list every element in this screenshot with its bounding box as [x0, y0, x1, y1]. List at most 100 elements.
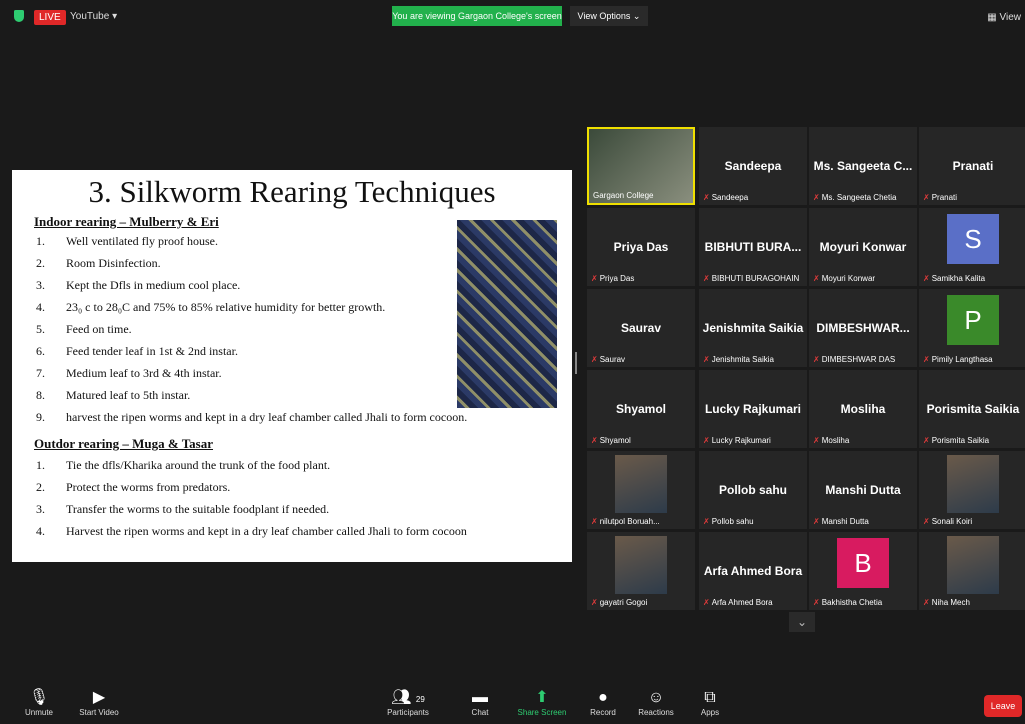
participant-tile[interactable]: Pranati ✗ Pranati	[919, 127, 1025, 205]
slide-list-item: 1. Tie the dfls/Kharika around the trunk …	[36, 458, 331, 472]
avatar: B	[837, 538, 889, 588]
mic-muted-icon: ✗	[703, 193, 710, 202]
apps-button[interactable]: ⧉ Apps	[698, 688, 722, 717]
participant-tile[interactable]: DIMBESHWAR... ✗ DIMBESHWAR DAS	[809, 289, 917, 367]
participant-video	[615, 455, 667, 513]
participant-label: Gargaon College	[593, 191, 654, 200]
participant-video	[947, 455, 999, 513]
participant-tile[interactable]: B ✗ Bakhistha Chetia	[809, 532, 917, 610]
reactions-label: Reactions	[638, 708, 674, 717]
participant-name: Saurav	[620, 321, 662, 335]
participant-label: ✗ Sonali Koiri	[923, 517, 973, 526]
share-screen-button[interactable]: ⬆ Share Screen	[516, 688, 568, 717]
outdoor-heading: Outdor rearing – Muga & Tasar	[34, 436, 214, 451]
mic-muted-icon: ✗	[923, 517, 930, 526]
slide-list-item: 2. Protect the worms from predators.	[36, 480, 231, 494]
start-video-button[interactable]: ▶︎ Start Video	[74, 688, 124, 717]
participants-button[interactable]: 👥︎ 29 Participants	[382, 688, 434, 717]
participant-tile[interactable]: Gargaon College	[587, 127, 695, 205]
participant-label: ✗ Sandeepa	[703, 193, 749, 202]
participant-tile[interactable]: ✗ Niha Mech	[919, 532, 1025, 610]
leave-button[interactable]: Leave	[984, 695, 1022, 717]
mic-muted-icon: 🎙︎	[28, 689, 50, 706]
mic-muted-icon: ✗	[923, 274, 930, 283]
participant-tile[interactable]: Arfa Ahmed Bora ✗ Arfa Ahmed Bora	[699, 532, 807, 610]
silkworm-photo	[457, 220, 557, 408]
record-label: Record	[590, 708, 616, 717]
participant-tile[interactable]: Shyamol ✗ Shyamol	[587, 370, 695, 448]
participant-tile[interactable]: Ms. Sangeeta C... ✗ Ms. Sangeeta Chetia	[809, 127, 917, 205]
participant-tile[interactable]: S ✗ Samikha Kalita	[919, 208, 1025, 286]
mic-muted-icon: ✗	[591, 598, 598, 607]
record-button[interactable]: ● Record	[588, 688, 618, 717]
unmute-button[interactable]: 🎙︎ Unmute	[20, 688, 58, 717]
participant-name: Pranati	[952, 159, 994, 173]
participant-video	[615, 536, 667, 594]
screen-share-banner: You are viewing Gargaon College's screen	[392, 6, 562, 26]
participant-label: ✗ Arfa Ahmed Bora	[703, 598, 773, 607]
participant-label: ✗ BIBHUTI BURAGOHAIN	[703, 274, 800, 283]
participant-label: ✗ Bakhistha Chetia	[813, 598, 883, 607]
mic-muted-icon: ✗	[703, 598, 710, 607]
participant-name: Mosliha	[840, 402, 886, 416]
chat-button[interactable]: ▬ Chat	[468, 688, 492, 717]
participant-video	[947, 536, 999, 594]
mic-muted-icon: ✗	[591, 274, 598, 283]
mic-muted-icon: ✗	[813, 274, 820, 283]
participant-label: ✗ Shyamol	[591, 436, 631, 445]
participant-tile[interactable]: P ✗ Pimily Langthasa	[919, 289, 1025, 367]
mic-muted-icon: ✗	[703, 355, 710, 364]
mic-muted-icon: ✗	[813, 436, 820, 445]
participant-label: ✗ Jenishmita Saikia	[703, 355, 774, 364]
participant-tile[interactable]: Pollob sahu ✗ Pollob sahu	[699, 451, 807, 529]
slide-list-item: 4. Harvest the ripen worms and kept in a …	[36, 524, 467, 538]
start-video-label: Start Video	[79, 708, 119, 717]
participant-label: ✗ Ms. Sangeeta Chetia	[813, 193, 897, 202]
mic-muted-icon: ✗	[813, 193, 820, 202]
participant-label: ✗ Pollob sahu	[703, 517, 754, 526]
participant-tile[interactable]: Jenishmita Saikia ✗ Jenishmita Saikia	[699, 289, 807, 367]
participant-tile[interactable]: ✗ nilutpol Boruah...	[587, 451, 695, 529]
participant-tile[interactable]: Priya Das ✗ Priya Das	[587, 208, 695, 286]
indoor-heading: Indoor rearing – Mulberry & Eri	[34, 214, 219, 229]
participant-tile[interactable]: Lucky Rajkumari ✗ Lucky Rajkumari	[699, 370, 807, 448]
apps-label: Apps	[700, 708, 720, 717]
people-icon: 👥︎ 29	[391, 689, 425, 706]
view-options-button[interactable]: View Options ⌄	[570, 6, 648, 26]
participant-label: ✗ Mosliha	[813, 436, 850, 445]
record-icon: ●	[598, 689, 608, 706]
slide-list-item: 6. Feed tender leaf in 1st & 2nd instar.	[36, 344, 238, 358]
mic-muted-icon: ✗	[703, 436, 710, 445]
participant-name: Sandeepa	[724, 159, 782, 173]
participant-label: ✗ DIMBESHWAR DAS	[813, 355, 896, 364]
slide-list-item: 8. Matured leaf to 5th instar.	[36, 388, 191, 402]
mic-muted-icon: ✗	[923, 598, 930, 607]
mic-muted-icon: ✗	[703, 274, 710, 283]
participant-tile[interactable]: ✗ Sonali Koiri	[919, 451, 1025, 529]
participant-label: ✗ Pimily Langthasa	[923, 355, 993, 364]
reactions-button[interactable]: ☺ Reactions	[636, 688, 676, 717]
stream-dropdown[interactable]: YouTube ▾	[70, 11, 117, 22]
mic-muted-icon: ✗	[813, 517, 820, 526]
participant-tile[interactable]: Porismita Saikia ✗ Porismita Saikia	[919, 370, 1025, 448]
participant-name: Jenishmita Saikia	[702, 321, 804, 335]
share-screen-label: Share Screen	[517, 708, 567, 717]
panel-divider-handle[interactable]	[575, 352, 577, 374]
participant-tile[interactable]: BIBHUTI BURA... ✗ BIBHUTI BURAGOHAIN	[699, 208, 807, 286]
participant-tile[interactable]: Manshi Dutta ✗ Manshi Dutta	[809, 451, 917, 529]
live-badge[interactable]: LIVE	[34, 10, 66, 25]
participant-tile[interactable]: Sandeepa ✗ Sandeepa	[699, 127, 807, 205]
participant-tile[interactable]: Moyuri Konwar ✗ Moyuri Konwar	[809, 208, 917, 286]
participant-name: Lucky Rajkumari	[704, 402, 802, 416]
view-button[interactable]: ▦ View	[987, 12, 1021, 23]
share-arrow-icon: ⬆	[535, 689, 549, 706]
participant-tile[interactable]: ✗ gayatri Gogoi	[587, 532, 695, 610]
participant-tile[interactable]: Saurav ✗ Saurav	[587, 289, 695, 367]
slide-title: 3. Silkworm Rearing Techniques	[88, 174, 496, 209]
avatar: P	[947, 295, 999, 345]
participant-tile[interactable]: Mosliha ✗ Mosliha	[809, 370, 917, 448]
chevron-down-icon[interactable]: ⌄	[789, 612, 815, 632]
participant-label: ✗ Lucky Rajkumari	[703, 436, 771, 445]
participant-label: ✗ Manshi Dutta	[813, 517, 869, 526]
participant-label: ✗ Pranati	[923, 193, 958, 202]
